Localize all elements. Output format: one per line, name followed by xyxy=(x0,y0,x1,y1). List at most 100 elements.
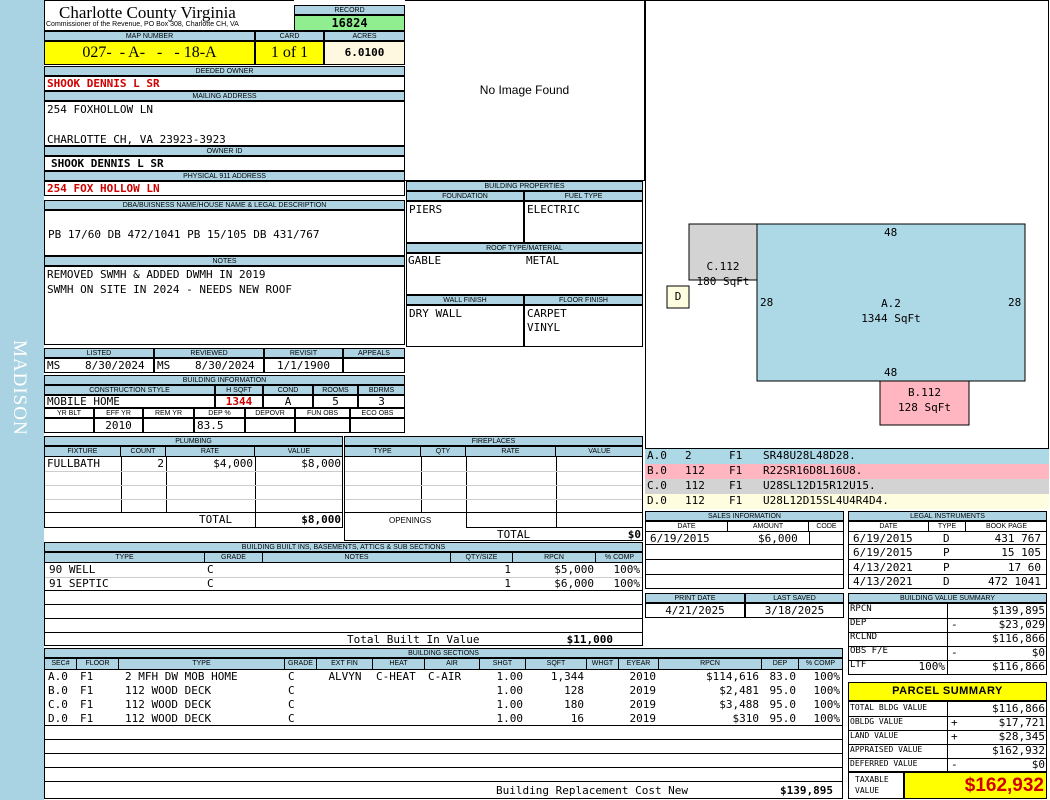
sketch-c-label: C.112 180 SqFt xyxy=(696,260,750,288)
fireplace-col-rate: RATE xyxy=(466,447,556,457)
cond-label: COND xyxy=(263,385,313,395)
section-col-sec: SEC# xyxy=(45,659,77,669)
map-number-label: MAP NUMBER xyxy=(44,31,255,41)
funobs-label: FUN OBS xyxy=(295,408,350,418)
builtin-rpcn: $6,000 xyxy=(554,577,594,590)
building-properties-title: BUILDING PROPERTIES xyxy=(406,181,643,191)
print-date: 4/21/2025 xyxy=(645,603,745,618)
section-eyear: 2019 xyxy=(629,698,657,711)
rooms-label: ROOMS xyxy=(313,385,358,395)
mailing-address-label: MAILING ADDRESS xyxy=(44,91,405,101)
district-sidebar: MADISON xyxy=(0,0,44,800)
builtin-qty: 1 xyxy=(504,577,511,590)
built-ins-table: TYPE GRADE NOTES QTY/SIZE RPCN % COMP 90… xyxy=(44,552,643,646)
builtin-total: $11,000 xyxy=(566,633,613,646)
legend-row: C.0 112 F1 U28SL12D15R12U15. xyxy=(645,479,1049,494)
fireplaces-title: FIREPLACES xyxy=(344,436,643,446)
section-dep: 95.0 xyxy=(769,698,797,711)
listed-value: MS 8/30/2024 xyxy=(44,358,154,373)
last-saved-label: LAST SAVED xyxy=(745,593,844,603)
section-sqft: 128 xyxy=(564,684,584,697)
fireplace-col-value: VALUE xyxy=(556,447,642,457)
acres-value: 6.0100 xyxy=(324,41,405,65)
effyr-label: EFF YR xyxy=(94,408,143,418)
depovr-value xyxy=(245,418,295,433)
builtin-qty: 1 xyxy=(504,563,511,576)
sketch-drawing xyxy=(666,223,1026,426)
section-heat: C-HEAT xyxy=(376,670,416,683)
revisit-label: REVISIT xyxy=(264,348,343,358)
card-number: 1 of 1 xyxy=(255,41,324,65)
map-number: 027- - A- - - 18-A xyxy=(44,41,255,65)
section-comp: 100% xyxy=(813,698,841,711)
openings-label: OPENINGS xyxy=(389,516,432,525)
print-date-label: PRINT DATE xyxy=(645,593,745,603)
wall-value: DRY WALL xyxy=(406,305,524,347)
notes-line-2: SWMH ON SITE IN 2024 - NEEDS NEW ROOF xyxy=(47,283,293,296)
sales-title: SALES INFORMATION xyxy=(645,511,844,521)
legal-col-date: DATE xyxy=(849,522,929,532)
county-header: Charlotte County Virginia Commissioner o… xyxy=(44,0,294,31)
building-info-title: BUILDING INFORMATION xyxy=(44,375,405,385)
section-dep: 95.0 xyxy=(769,712,797,725)
reviewed-by: MS xyxy=(157,359,171,372)
legal-col-bookpage: BOOK PAGE xyxy=(966,522,1046,532)
section-dep: 83.0 xyxy=(769,670,797,683)
foundation-label: FOUNDATION xyxy=(406,191,524,201)
floor-values: CARPET VINYL xyxy=(524,305,643,347)
sales-col-date: DATE xyxy=(646,522,728,532)
sales-col-amount: AMOUNT xyxy=(728,522,809,532)
plumbing-col-count: COUNT xyxy=(121,447,166,457)
dim-left: 28 xyxy=(760,296,774,309)
section-floor: F1 xyxy=(80,698,94,711)
builtin-rpcn: $5,000 xyxy=(554,563,594,576)
floor-label: FLOOR FINISH xyxy=(524,295,643,305)
building-sections-title: BUILDING SECTIONS xyxy=(44,648,843,658)
card-label: CARD xyxy=(255,31,324,41)
dim-top: 48 xyxy=(884,226,898,239)
built-ins-title: BUILDING BUILT INS, BASEMENTS, ATTICS & … xyxy=(44,542,643,552)
revisit-value: 1/1/1900 xyxy=(264,358,343,373)
hsqft-label: H SQFT xyxy=(215,385,263,395)
physical-address: 254 FOX HOLLOW LN xyxy=(44,181,405,196)
sales-col-code: CODE xyxy=(809,522,843,532)
section-sec: A.0 xyxy=(48,670,68,683)
fireplace-total-label: TOTAL xyxy=(497,528,531,541)
bv-summary-table: RPCN $139,895 DEP - $23,029 RCLND $116,866 O… xyxy=(848,603,1047,675)
builtin-col-type: TYPE xyxy=(45,553,205,563)
section-col-air: AIR xyxy=(425,659,480,669)
builtin-col-qty: QTY/SIZE xyxy=(451,553,513,563)
legend-row: A.0 2 F1 SR48U28L48D28. xyxy=(645,449,1049,464)
builtin-type: 90 WELL xyxy=(49,563,96,576)
section-sec: B.0 xyxy=(48,684,68,697)
section-col-sqft: SQFT xyxy=(526,659,587,669)
ecoobs-value xyxy=(350,418,405,433)
county-name: Charlotte County Virginia xyxy=(59,3,236,22)
section-shgt: 1.00 xyxy=(496,698,524,711)
listed-label: LISTED xyxy=(44,348,154,358)
legal-instruments-title: LEGAL INSTRUMENTS xyxy=(848,511,1047,521)
dim-right: 28 xyxy=(1008,296,1022,309)
plumbing-value: $8,000 xyxy=(301,457,341,470)
yrblt-label: YR BLT xyxy=(44,408,94,418)
section-grade: C xyxy=(288,712,295,725)
section-col-ext-fin: EXT FIN xyxy=(317,659,373,669)
mailing-address: 254 FOXHOLLOW LN CHARLOTTE CH, VA 23923-… xyxy=(44,101,405,146)
reviewed-value: MS 8/30/2024 xyxy=(154,358,264,373)
section-type: 112 WOOD DECK xyxy=(125,712,212,725)
section-sec: D.0 xyxy=(48,712,68,725)
sketch-panel: C.112 180 SqFt A.2 1344 SqFt B.112 128 SqFt… xyxy=(645,0,1049,449)
sketch-d-label: D xyxy=(674,290,682,303)
sales-table: DATE AMOUNT CODE 6/19/2015 $6,000 xyxy=(645,521,844,589)
plumbing-title: PLUMBING xyxy=(44,436,343,446)
fireplace-col-qty: QTY xyxy=(421,447,466,457)
section-eyear: 2019 xyxy=(629,684,657,697)
builtin-col-rpcn: RPCN xyxy=(513,553,596,563)
builtin-total-label: Total Built In Value xyxy=(347,633,480,646)
last-saved: 3/18/2025 xyxy=(745,603,844,618)
section-floor: F1 xyxy=(80,712,94,725)
section-comp: 100% xyxy=(813,712,841,725)
reviewed-date: 8/30/2024 xyxy=(195,359,255,372)
rooms-value: 5 xyxy=(313,395,358,408)
listed-date: 8/30/2024 xyxy=(85,359,145,372)
